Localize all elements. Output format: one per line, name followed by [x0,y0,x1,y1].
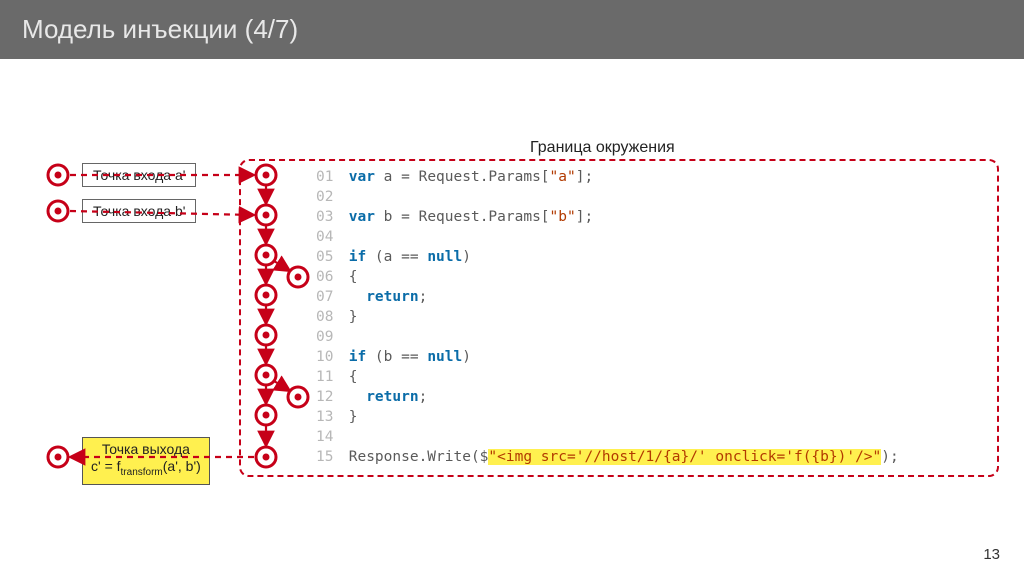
exit-point-label: Точка выхода c' = ftransform(a', b') [82,437,210,485]
exit-title: Точка выхода [102,441,190,457]
graph-node [48,447,68,467]
graph-node [48,201,68,221]
slide-header: Модель инъекции (4/7) [0,0,1024,59]
page-number: 13 [983,546,1000,563]
entry-point-a-label: Точка входа a' [82,163,196,187]
slide-title: Модель инъекции (4/7) [22,14,298,44]
code-listing: 01 var a = Request.Params["a"]; 02 03 va… [316,167,899,467]
graph-node [48,165,68,185]
exit-formula: c' = ftransform(a', b') [91,458,201,474]
environment-boundary-label: Граница окружения [530,139,675,157]
slide-body: Граница окружения Точка входа a' Точка в… [0,59,1024,569]
entry-point-b-label: Точка входа b' [82,199,196,223]
